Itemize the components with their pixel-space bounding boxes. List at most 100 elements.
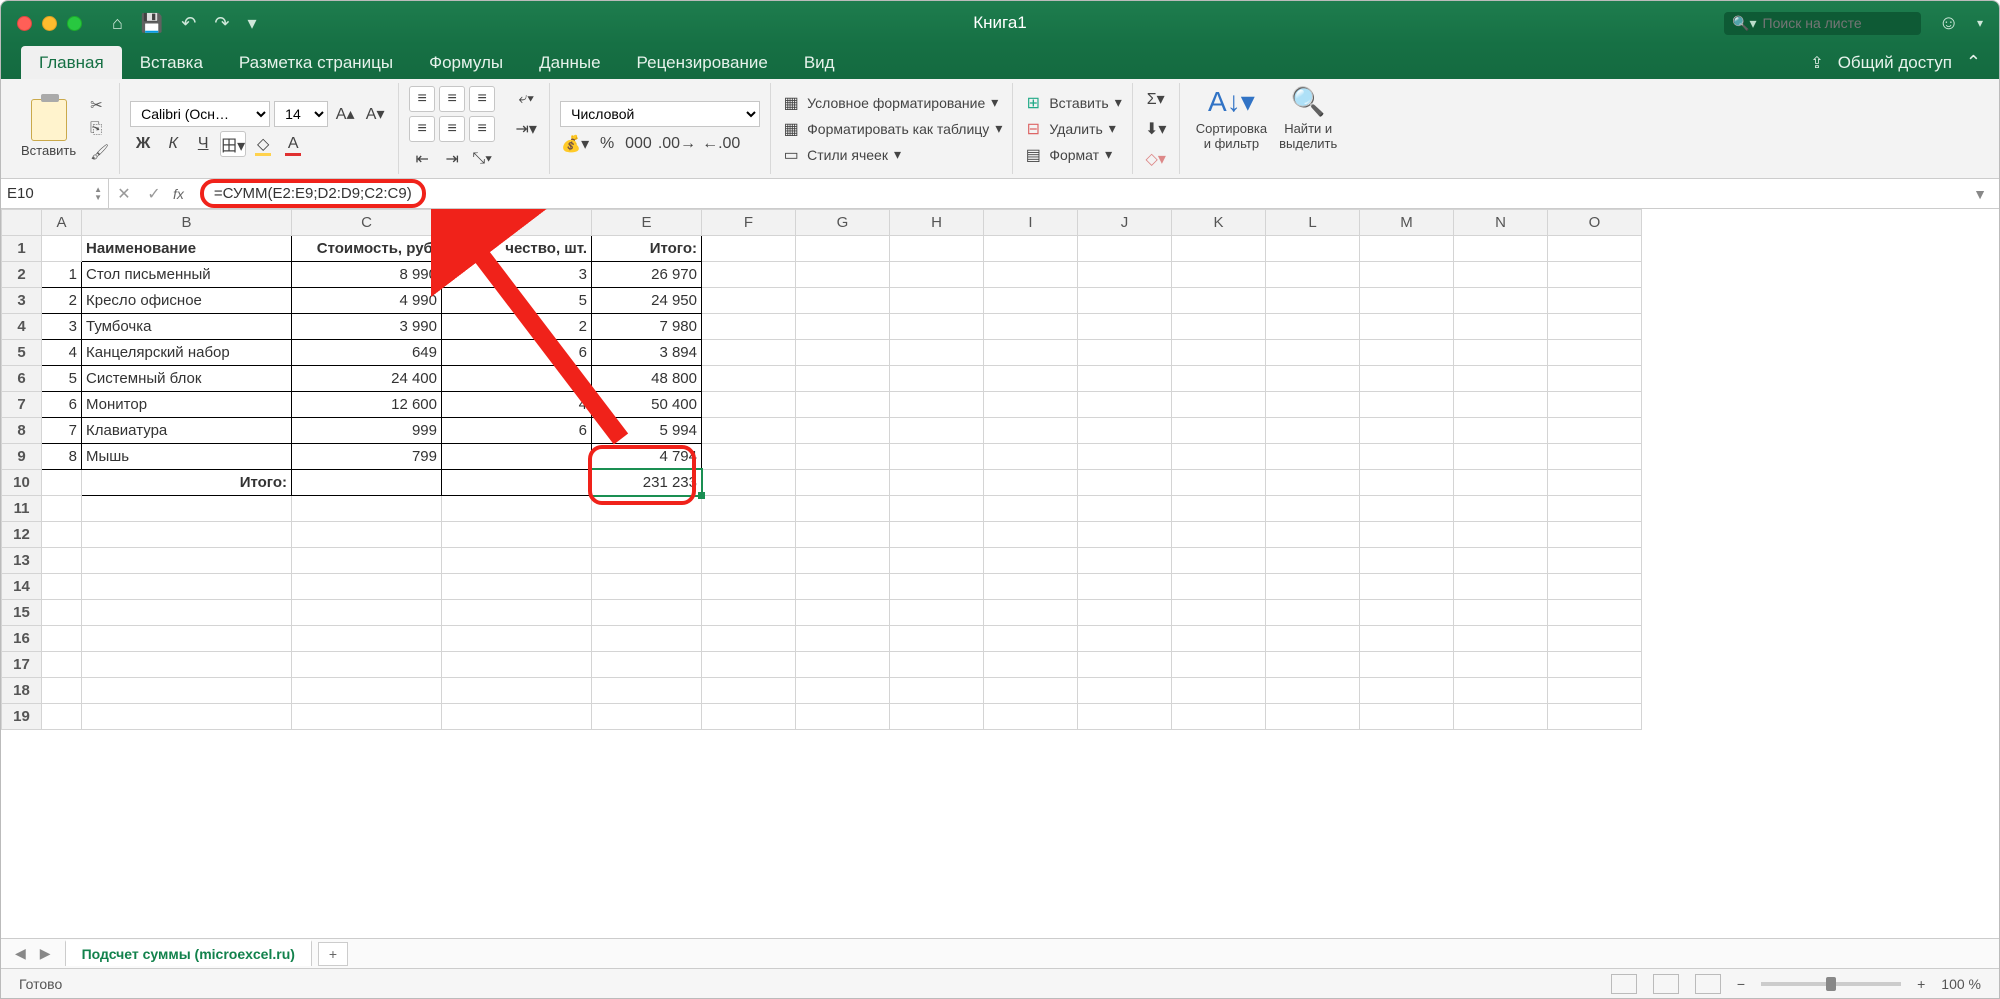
font-name-select[interactable]: Calibri (Осн…: [130, 101, 270, 127]
row-header[interactable]: 2: [2, 262, 42, 288]
tab-data[interactable]: Данные: [521, 46, 618, 79]
cell[interactable]: [1360, 496, 1454, 522]
cell[interactable]: [1266, 236, 1360, 262]
cell[interactable]: [1078, 600, 1172, 626]
search-box[interactable]: 🔍▾: [1724, 12, 1920, 35]
cell[interactable]: [442, 678, 592, 704]
cell[interactable]: [702, 470, 796, 496]
cell[interactable]: [1548, 574, 1642, 600]
cell[interactable]: [1454, 236, 1548, 262]
cell[interactable]: [1548, 236, 1642, 262]
cell[interactable]: [1266, 548, 1360, 574]
cell[interactable]: [702, 236, 796, 262]
cell[interactable]: [890, 418, 984, 444]
col-header[interactable]: M: [1360, 210, 1454, 236]
cell[interactable]: [890, 678, 984, 704]
cell[interactable]: [1548, 600, 1642, 626]
cell[interactable]: [890, 314, 984, 340]
cell[interactable]: [890, 470, 984, 496]
cell[interactable]: [890, 444, 984, 470]
cell[interactable]: [1454, 522, 1548, 548]
cell[interactable]: [592, 678, 702, 704]
cell[interactable]: [292, 522, 442, 548]
cell[interactable]: [1266, 262, 1360, 288]
cell[interactable]: [1454, 704, 1548, 730]
cell[interactable]: [292, 652, 442, 678]
cell[interactable]: [1078, 418, 1172, 444]
cell[interactable]: [42, 470, 82, 496]
font-size-select[interactable]: 14: [274, 101, 328, 127]
cell[interactable]: [1454, 288, 1548, 314]
cell[interactable]: [1548, 340, 1642, 366]
cell[interactable]: 649: [292, 340, 442, 366]
cell[interactable]: 1: [42, 262, 82, 288]
cell[interactable]: [82, 496, 292, 522]
cell[interactable]: [592, 600, 702, 626]
cell[interactable]: 4: [42, 340, 82, 366]
cell[interactable]: [1266, 496, 1360, 522]
cell[interactable]: [984, 652, 1078, 678]
sheet-tab[interactable]: Подсчет суммы (microexcel.ru): [65, 940, 312, 966]
cell[interactable]: [1548, 288, 1642, 314]
cell[interactable]: [1172, 418, 1266, 444]
cell[interactable]: [1360, 600, 1454, 626]
paste-button[interactable]: Вставить: [17, 99, 80, 158]
cell[interactable]: [702, 262, 796, 288]
cell[interactable]: [1266, 418, 1360, 444]
cell[interactable]: [1454, 574, 1548, 600]
cell[interactable]: [1360, 366, 1454, 392]
cell[interactable]: [890, 652, 984, 678]
cell[interactable]: [1360, 626, 1454, 652]
cell[interactable]: [1360, 574, 1454, 600]
cell[interactable]: [592, 574, 702, 600]
cell[interactable]: [796, 470, 890, 496]
cell[interactable]: [1266, 470, 1360, 496]
cell[interactable]: 5 994: [592, 418, 702, 444]
col-header[interactable]: J: [1078, 210, 1172, 236]
cell[interactable]: [82, 626, 292, 652]
cell[interactable]: Мышь: [82, 444, 292, 470]
cell[interactable]: [984, 626, 1078, 652]
cell[interactable]: [796, 496, 890, 522]
row-header[interactable]: 10: [2, 470, 42, 496]
cell[interactable]: [890, 574, 984, 600]
cell[interactable]: 8 990: [292, 262, 442, 288]
name-box[interactable]: E10 ▲▼: [1, 179, 109, 208]
cell[interactable]: [1266, 314, 1360, 340]
cell[interactable]: [1360, 236, 1454, 262]
cell[interactable]: Монитор: [82, 392, 292, 418]
cell[interactable]: [1172, 288, 1266, 314]
cell[interactable]: [1078, 262, 1172, 288]
col-header[interactable]: B: [82, 210, 292, 236]
format-cells-button[interactable]: ▤Формат ▾: [1023, 145, 1121, 165]
copy-icon[interactable]: ⎘: [90, 120, 109, 137]
col-header[interactable]: O: [1548, 210, 1642, 236]
increase-indent-icon[interactable]: ⇥: [439, 146, 465, 172]
search-input[interactable]: [1763, 15, 1913, 31]
cell[interactable]: [984, 678, 1078, 704]
cell[interactable]: [292, 548, 442, 574]
cell[interactable]: [1360, 418, 1454, 444]
cell[interactable]: [1078, 652, 1172, 678]
cancel-formula-icon[interactable]: ✕: [109, 184, 139, 204]
row-header[interactable]: 19: [2, 704, 42, 730]
cell[interactable]: [42, 678, 82, 704]
cell[interactable]: Стоимость, руб.: [292, 236, 442, 262]
cell[interactable]: [1454, 548, 1548, 574]
cell[interactable]: [890, 392, 984, 418]
cell[interactable]: [1548, 418, 1642, 444]
align-middle-icon[interactable]: ≡: [439, 86, 465, 112]
cell[interactable]: [1172, 470, 1266, 496]
cell[interactable]: [1172, 522, 1266, 548]
cell[interactable]: [1078, 704, 1172, 730]
row-header[interactable]: 1: [2, 236, 42, 262]
cell[interactable]: [702, 652, 796, 678]
cell[interactable]: [1172, 574, 1266, 600]
cell[interactable]: [984, 418, 1078, 444]
merge-cells-icon[interactable]: ⇥▾: [513, 116, 539, 142]
cell[interactable]: [796, 236, 890, 262]
cell[interactable]: [42, 548, 82, 574]
zoom-out-icon[interactable]: −: [1737, 976, 1745, 992]
cell[interactable]: [1360, 340, 1454, 366]
cell[interactable]: [1360, 470, 1454, 496]
